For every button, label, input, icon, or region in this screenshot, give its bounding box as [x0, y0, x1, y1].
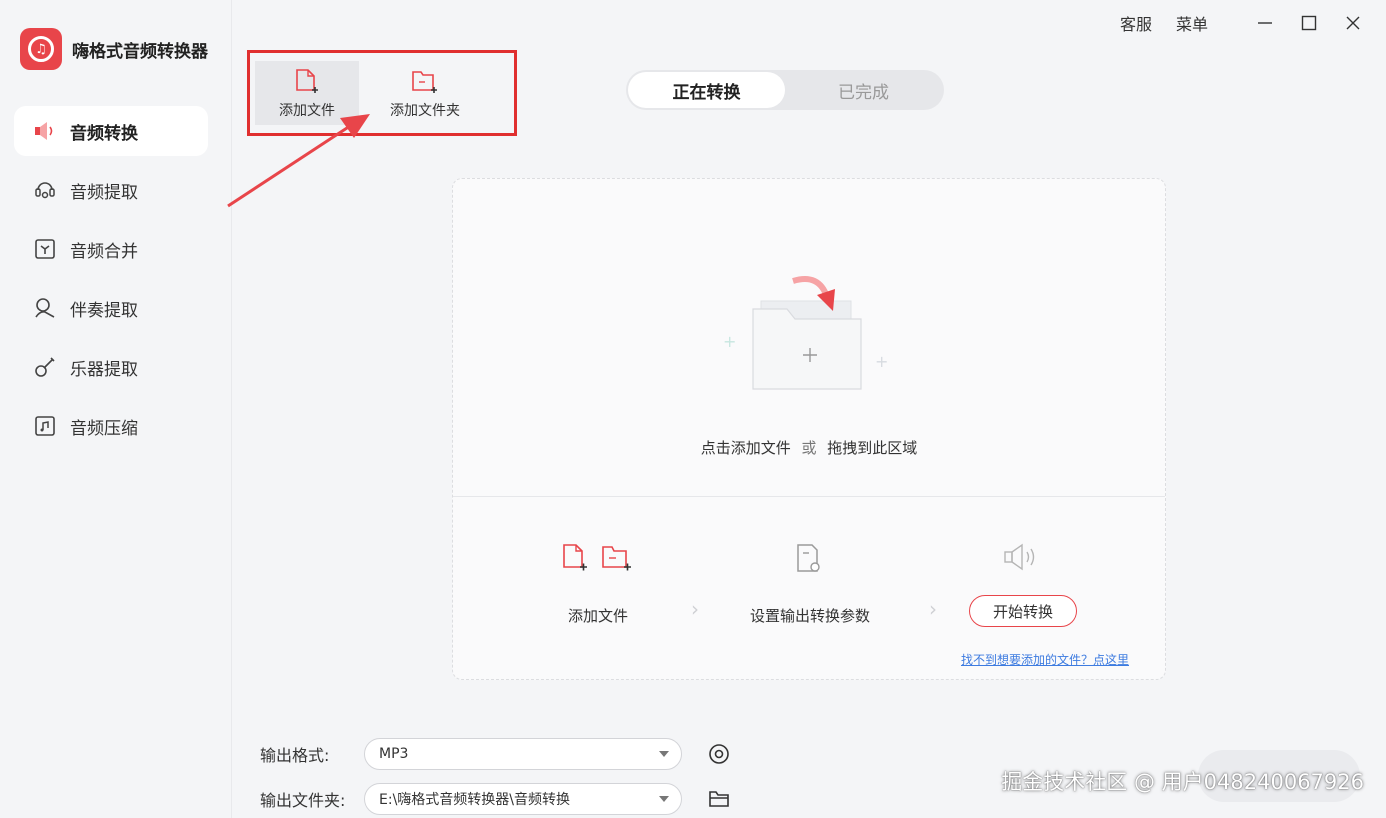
speaker-icon: [1003, 543, 1039, 575]
sidebar-item-label: 音频压缩: [70, 418, 138, 439]
speaker-icon: [32, 118, 58, 144]
maximize-icon[interactable]: [1292, 8, 1326, 38]
merge-icon: [32, 236, 58, 262]
watermark-text: 掘金技术社区 @ 用户048240067926: [1001, 770, 1364, 794]
sidebar-item-label: 音频合并: [70, 241, 138, 262]
drop-zone: + + 点击添加文件 或 拖拽到此区域 添加文件 › 设置输出转换参数 › 开始…: [452, 178, 1166, 680]
chevron-right-icon: ›: [929, 597, 937, 621]
file-add-icon: [294, 66, 320, 96]
sidebar-item-label: 音频提取: [70, 182, 138, 203]
svg-text:+: +: [875, 352, 888, 371]
close-icon[interactable]: [1336, 8, 1370, 38]
svg-text:+: +: [723, 332, 736, 351]
step-settings-icons: [795, 543, 825, 579]
folder-add-icon: [601, 543, 633, 577]
folder-drop-icon: + +: [723, 276, 888, 390]
status-tabs: 正在转换 已完成: [626, 70, 944, 110]
sidebar-item-accompaniment[interactable]: 伴奏提取: [14, 283, 208, 333]
tab-converting[interactable]: 正在转换: [628, 72, 785, 108]
step-add-label: 添加文件: [567, 607, 628, 625]
sidebar-item-instrument[interactable]: 乐器提取: [14, 342, 208, 392]
drop-hint-drag: 拖拽到此区域: [827, 439, 918, 457]
output-folder-value: E:\嗨格式音频转换器\音频转换: [379, 792, 570, 808]
folder-open-icon[interactable]: [706, 786, 732, 812]
output-format-label: 输出格式:: [260, 746, 330, 765]
chevron-down-icon: [659, 796, 669, 802]
sidebar-item-audio-extract[interactable]: 音频提取: [14, 165, 208, 215]
accompaniment-icon: [32, 295, 58, 321]
folder-add-icon: [411, 66, 439, 96]
output-folder-select[interactable]: E:\嗨格式音频转换器\音频转换: [364, 783, 682, 815]
chevron-down-icon: [659, 751, 669, 757]
output-format-value: MP3: [379, 746, 409, 762]
step-add-icons: [561, 543, 633, 577]
output-format-row: 输出格式: MP3: [260, 738, 732, 770]
sidebar-item-label: 音频转换: [70, 123, 138, 144]
step-start-icons: [1003, 543, 1039, 575]
app-window: ♫ 嗨格式音频转换器 音频转换 音频提取 音频合并 伴奏提取 乐器提取 音频压缩…: [0, 0, 1386, 818]
drop-hint: 点击添加文件 或 拖拽到此区域: [453, 437, 1165, 458]
output-format-select[interactable]: MP3: [364, 738, 682, 770]
add-folder-button[interactable]: 添加文件夹: [370, 61, 480, 125]
drop-hint-or: 或: [801, 439, 817, 457]
chevron-right-icon: ›: [691, 597, 699, 621]
output-folder-row: 输出文件夹: E:\嗨格式音频转换器\音频转换: [260, 783, 732, 815]
sidebar-nav: 音频转换 音频提取 音频合并 伴奏提取 乐器提取 音频压缩: [14, 106, 208, 460]
sidebar-item-label: 乐器提取: [70, 359, 138, 380]
format-settings-icon[interactable]: [706, 741, 732, 767]
drop-hint-main: 点击添加文件: [700, 439, 791, 457]
compress-icon: [32, 413, 58, 439]
annotation-arrow: [227, 114, 370, 208]
start-convert-button[interactable]: 开始转换: [969, 595, 1077, 627]
minimize-icon[interactable]: [1248, 8, 1282, 38]
tab-completed[interactable]: 已完成: [785, 72, 942, 108]
output-folder-label: 输出文件夹:: [260, 791, 346, 810]
sidebar: ♫ 嗨格式音频转换器 音频转换 音频提取 音频合并 伴奏提取 乐器提取 音频压缩: [0, 0, 232, 818]
sidebar-item-audio-merge[interactable]: 音频合并: [14, 224, 208, 274]
file-add-icon: [561, 543, 589, 577]
app-title: 嗨格式音频转换器: [72, 41, 208, 62]
app-logo: ♫ 嗨格式音频转换器: [20, 28, 208, 70]
sidebar-item-audio-convert[interactable]: 音频转换: [14, 106, 208, 156]
customer-service-button[interactable]: 客服: [1120, 11, 1152, 35]
guitar-icon: [32, 354, 58, 380]
settings-file-icon: [795, 543, 825, 579]
sidebar-item-compress[interactable]: 音频压缩: [14, 401, 208, 451]
title-bar: 客服 菜单: [1120, 0, 1386, 46]
steps-guide: 添加文件 › 设置输出转换参数 › 开始转换 找不到想要添加的文件？点这里: [453, 509, 1165, 679]
drop-target[interactable]: + + 点击添加文件 或 拖拽到此区域: [453, 179, 1165, 497]
music-note-icon: ♫: [20, 28, 62, 70]
sidebar-item-label: 伴奏提取: [70, 300, 138, 321]
add-folder-label: 添加文件夹: [390, 103, 460, 119]
step-settings-label: 设置输出转换参数: [749, 607, 870, 625]
audio-extract-icon: [32, 177, 58, 203]
menu-button[interactable]: 菜单: [1176, 11, 1208, 35]
cannot-find-file-link[interactable]: 找不到想要添加的文件？点这里: [961, 651, 1129, 668]
